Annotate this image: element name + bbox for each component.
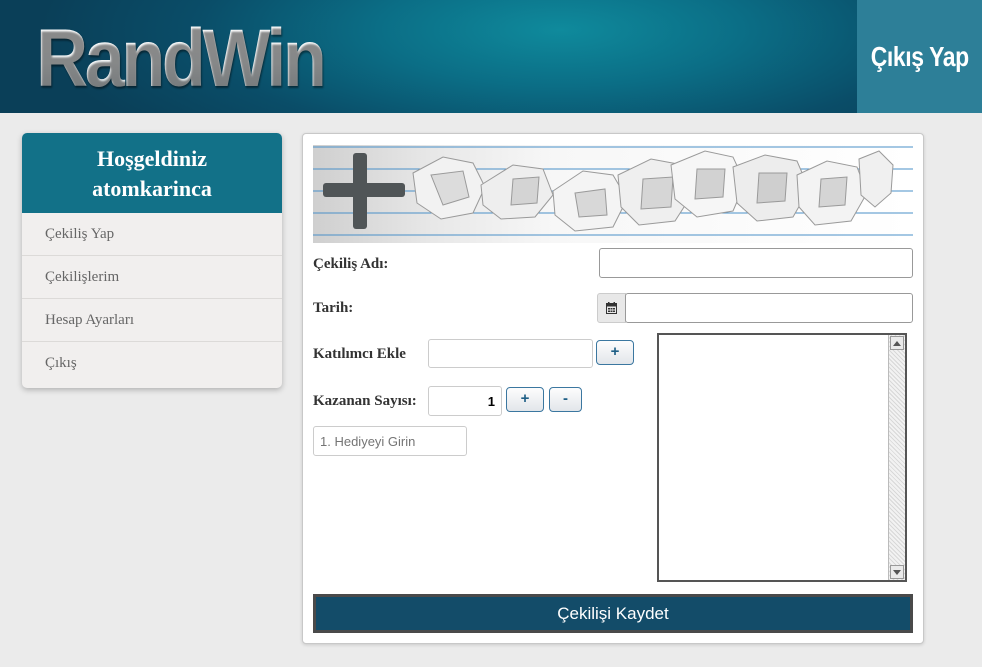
logout-button[interactable]: Çıkış Yap [857, 0, 982, 113]
header: RandWin Çıkış Yap [0, 0, 982, 113]
arrow-up-icon [893, 340, 901, 346]
winner-count-label: Kazanan Sayısı: [313, 393, 417, 409]
raffle-name-label: Çekiliş Adı: [313, 256, 389, 272]
sidebar: Hoşgeldiniz atomkarinca Çekiliş Yap Çeki… [22, 133, 282, 388]
sidebar-item-hesap-ayarlari[interactable]: Hesap Ayarları [22, 299, 282, 342]
logout-label: Çıkış Yap [870, 40, 969, 72]
sidebar-item-cekilislerim[interactable]: Çekilişlerim [22, 256, 282, 299]
username: atomkarinca [92, 176, 212, 201]
logo: RandWin [36, 13, 327, 104]
scroll-down-button[interactable] [890, 565, 904, 579]
sidebar-item-cikis[interactable]: Çıkış [22, 342, 282, 385]
participant-input[interactable] [428, 339, 593, 368]
sidebar-item-cekilis-yap[interactable]: Çekiliş Yap [22, 213, 282, 256]
banner-image [313, 145, 913, 243]
arrow-down-icon [893, 569, 901, 575]
winner-count-input[interactable] [428, 386, 502, 416]
welcome-box: Hoşgeldiniz atomkarinca [22, 133, 282, 213]
calendar-icon [606, 302, 617, 314]
date-input[interactable] [625, 293, 913, 323]
date-label: Tarih: [313, 300, 354, 316]
list-scrollbar[interactable] [888, 335, 905, 580]
welcome-text: Hoşgeldiniz [96, 146, 207, 171]
decrease-winner-button[interactable]: - [549, 387, 582, 412]
raffle-form-panel: Çekiliş Adı: Tarih: Katılımcı Ekle + Kaz… [302, 133, 924, 644]
add-participant-button[interactable]: + [596, 340, 634, 365]
participant-list[interactable] [657, 333, 907, 582]
scroll-up-button[interactable] [890, 336, 904, 350]
crumpled-paper-illustration [313, 146, 913, 236]
save-raffle-button[interactable]: Çekilişi Kaydet [313, 594, 913, 633]
gift-input[interactable] [313, 426, 467, 456]
calendar-icon-button[interactable] [597, 293, 626, 323]
increase-winner-button[interactable]: + [506, 387, 544, 412]
participant-label: Katılımcı Ekle [313, 346, 406, 362]
raffle-name-input[interactable] [599, 248, 913, 278]
